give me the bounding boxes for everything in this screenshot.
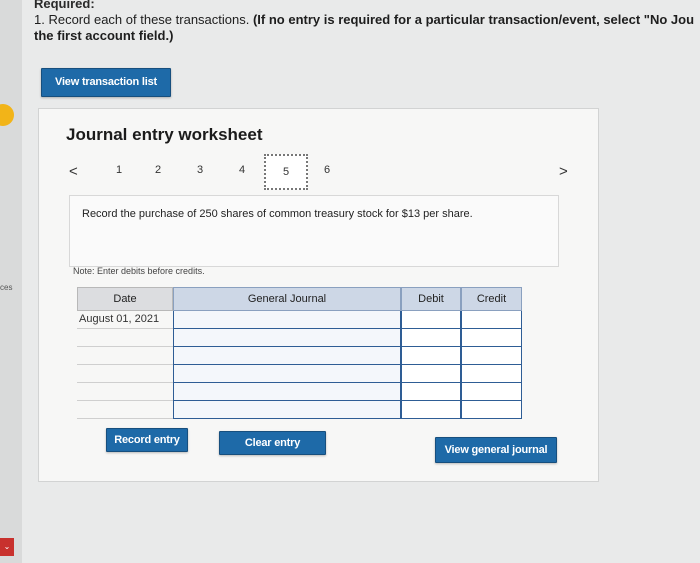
date-cell-2[interactable] bbox=[77, 329, 173, 347]
debit-input-2[interactable] bbox=[401, 329, 461, 347]
journal-table: Date August 01, 2021 General Journal Deb… bbox=[77, 287, 522, 427]
date-column: Date August 01, 2021 bbox=[77, 287, 173, 427]
debit-input-1[interactable] bbox=[401, 311, 461, 329]
chevron-down-icon[interactable]: ⌄ bbox=[0, 538, 14, 556]
date-header: Date bbox=[77, 287, 173, 311]
instruction-prefix: 1. Record each of these transactions. bbox=[34, 12, 253, 27]
credit-input-6[interactable] bbox=[461, 401, 522, 419]
clear-entry-button[interactable]: Clear entry bbox=[219, 431, 326, 455]
credit-header: Credit bbox=[461, 287, 522, 311]
view-transaction-list-button[interactable]: View transaction list bbox=[41, 68, 171, 97]
next-step-icon[interactable]: > bbox=[559, 163, 568, 180]
record-entry-button[interactable]: Record entry bbox=[106, 428, 188, 452]
required-heading: Required: bbox=[34, 0, 95, 11]
account-input-1[interactable] bbox=[173, 311, 401, 329]
date-cell-4[interactable] bbox=[77, 365, 173, 383]
step-2[interactable]: 2 bbox=[155, 164, 161, 176]
instruction-line2: the first account field.) bbox=[34, 28, 174, 43]
debit-header: Debit bbox=[401, 287, 461, 311]
account-input-2[interactable] bbox=[173, 329, 401, 347]
account-input-5[interactable] bbox=[173, 383, 401, 401]
credit-input-4[interactable] bbox=[461, 365, 522, 383]
view-general-journal-button[interactable]: View general journal bbox=[435, 437, 557, 463]
debit-credit-note: Note: Enter debits before credits. bbox=[73, 266, 205, 276]
debit-input-3[interactable] bbox=[401, 347, 461, 365]
step-navigator: < 1 2 3 4 5 6 > bbox=[39, 154, 600, 190]
sidebar-label: ces bbox=[0, 283, 13, 292]
left-sidebar-strip bbox=[0, 0, 22, 563]
worksheet-title: Journal entry worksheet bbox=[66, 125, 263, 144]
transaction-description: Record the purchase of 250 shares of com… bbox=[69, 195, 559, 267]
date-cell-6[interactable] bbox=[77, 401, 173, 419]
debit-input-5[interactable] bbox=[401, 383, 461, 401]
date-cell-3[interactable] bbox=[77, 347, 173, 365]
credit-input-1[interactable] bbox=[461, 311, 522, 329]
credit-input-5[interactable] bbox=[461, 383, 522, 401]
credit-input-3[interactable] bbox=[461, 347, 522, 365]
credit-column: Credit bbox=[461, 287, 522, 427]
account-input-4[interactable] bbox=[173, 365, 401, 383]
general-journal-column: General Journal bbox=[173, 287, 401, 427]
journal-entry-worksheet-panel: Journal entry worksheet < 1 2 3 4 5 6 > … bbox=[38, 108, 599, 482]
step-1[interactable]: 1 bbox=[116, 164, 122, 176]
account-input-3[interactable] bbox=[173, 347, 401, 365]
step-4[interactable]: 4 bbox=[239, 164, 245, 176]
general-journal-header: General Journal bbox=[173, 287, 401, 311]
debit-input-6[interactable] bbox=[401, 401, 461, 419]
step-6[interactable]: 6 bbox=[324, 164, 330, 176]
credit-input-2[interactable] bbox=[461, 329, 522, 347]
date-cell-1[interactable]: August 01, 2021 bbox=[77, 311, 173, 329]
instruction-text: 1. Record each of these transactions. (I… bbox=[34, 12, 700, 44]
step-3[interactable]: 3 bbox=[197, 164, 203, 176]
date-cell-5[interactable] bbox=[77, 383, 173, 401]
prev-step-icon[interactable]: < bbox=[69, 163, 78, 180]
instruction-bold: (If no entry is required for a particula… bbox=[252, 12, 695, 27]
account-input-6[interactable] bbox=[173, 401, 401, 419]
debit-input-4[interactable] bbox=[401, 365, 461, 383]
debit-column: Debit bbox=[401, 287, 461, 427]
step-5-active[interactable]: 5 bbox=[264, 154, 308, 190]
